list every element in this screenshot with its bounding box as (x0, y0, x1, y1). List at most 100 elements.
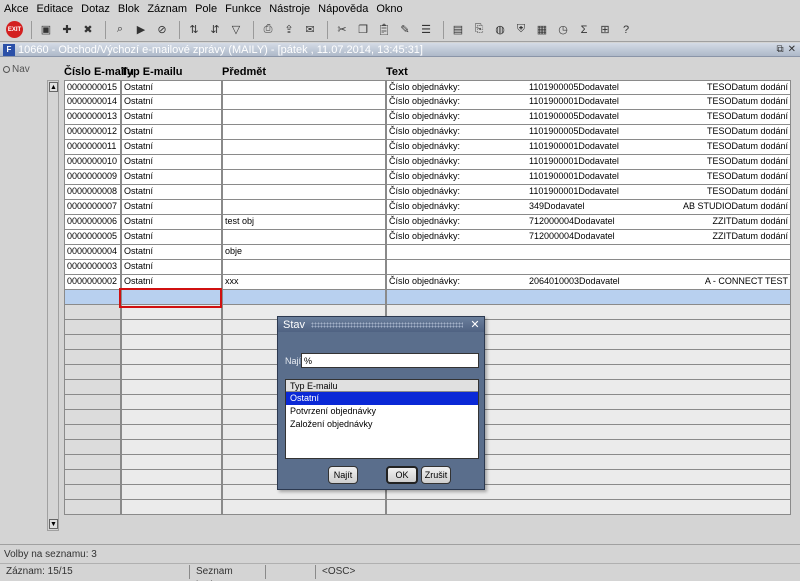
print-icon[interactable]: ⎙ (259, 21, 277, 39)
subject-cell[interactable] (222, 80, 386, 95)
email-number-cell[interactable]: 0000000011 (64, 140, 121, 155)
email-number-cell[interactable] (64, 290, 121, 305)
subject-cell[interactable] (222, 125, 386, 140)
menu-item[interactable]: Dotaz (81, 3, 110, 15)
email-type-cell[interactable]: Ostatní (121, 215, 222, 230)
subject-cell[interactable] (222, 185, 386, 200)
text-cell[interactable] (386, 260, 791, 275)
email-type-cell[interactable]: Ostatní (121, 170, 222, 185)
table-row[interactable]: 0000000012 Ostatní Číslo objednávky: 110190… (64, 125, 791, 140)
email-number-cell[interactable] (64, 380, 121, 395)
find-input[interactable] (301, 353, 479, 368)
table-row[interactable]: 0000000009 Ostatní Číslo objednávky: 110190… (64, 170, 791, 185)
subject-cell[interactable] (222, 260, 386, 275)
text-cell[interactable]: Číslo objednávky: 1101900005Dodavatel TESO… (386, 125, 791, 140)
email-number-cell[interactable]: 0000000015 (64, 80, 121, 95)
email-type-cell[interactable] (121, 410, 222, 425)
email-number-cell[interactable] (64, 350, 121, 365)
save-icon[interactable]: ▣ (37, 21, 55, 39)
email-number-cell[interactable] (64, 365, 121, 380)
email-number-cell[interactable]: 0000000006 (64, 215, 121, 230)
email-number-cell[interactable]: 0000000013 (64, 110, 121, 125)
delete-record-icon[interactable]: ✖ (79, 21, 97, 39)
email-type-cell[interactable]: Ostatní (121, 260, 222, 275)
email-number-cell[interactable]: 0000000010 (64, 155, 121, 170)
table-row[interactable]: 0000000008 Ostatní Číslo objednávky: 110190… (64, 185, 791, 200)
subject-cell[interactable] (222, 110, 386, 125)
filter-icon[interactable]: ▽ (227, 21, 245, 39)
query-icon[interactable]: ⌕ (111, 21, 129, 39)
grid-icon[interactable]: ⊞ (596, 21, 614, 39)
menu-item[interactable]: Editace (36, 3, 73, 15)
calculator-icon[interactable]: ▦ (533, 21, 551, 39)
edit-icon[interactable]: ✎ (396, 21, 414, 39)
cut-icon[interactable]: ✂ (333, 21, 351, 39)
email-type-cell[interactable] (121, 395, 222, 410)
email-type-cell[interactable] (121, 350, 222, 365)
email-number-cell[interactable] (64, 425, 121, 440)
subject-cell[interactable]: obje (222, 245, 386, 260)
email-number-cell[interactable] (64, 500, 121, 515)
email-number-cell[interactable] (64, 455, 121, 470)
subject-cell[interactable]: test obj (222, 215, 386, 230)
globe-icon[interactable]: ◍ (491, 21, 509, 39)
sum-icon[interactable]: Σ (575, 21, 593, 39)
text-cell[interactable]: Číslo objednávky: 349Dodavatel AB STUDIODa… (386, 200, 791, 215)
document-icon[interactable]: ▤ (449, 21, 467, 39)
menu-item[interactable]: Okno (376, 3, 402, 15)
text-cell[interactable]: Číslo objednávky: 712000004Dodavatel ZZITD… (386, 215, 791, 230)
table-row[interactable]: 0000000006 Ostatní test obj Číslo objednávk… (64, 215, 791, 230)
email-type-cell[interactable]: Ostatní (121, 125, 222, 140)
empty-row[interactable] (64, 500, 791, 515)
email-number-cell[interactable] (64, 335, 121, 350)
text-cell[interactable] (386, 500, 791, 515)
menu-item[interactable]: Blok (118, 3, 139, 15)
email-number-cell[interactable]: 0000000008 (64, 185, 121, 200)
table-row[interactable]: 0000000010 Ostatní Číslo objednávky: 110190… (64, 155, 791, 170)
email-type-cell[interactable] (121, 485, 222, 500)
subject-cell[interactable] (222, 500, 386, 515)
email-type-cell[interactable]: Ostatní (121, 140, 222, 155)
menu-item[interactable]: Pole (195, 3, 217, 15)
email-number-cell[interactable] (64, 320, 121, 335)
subject-cell[interactable] (222, 200, 386, 215)
email-number-cell[interactable] (64, 395, 121, 410)
email-type-cell[interactable] (121, 440, 222, 455)
subject-cell[interactable] (222, 170, 386, 185)
email-number-cell[interactable]: 0000000002 (64, 275, 121, 290)
insert-record-icon[interactable]: ✚ (58, 21, 76, 39)
email-number-cell[interactable] (64, 470, 121, 485)
email-number-cell[interactable] (64, 410, 121, 425)
email-type-cell[interactable]: Ostatní (121, 95, 222, 110)
menu-item[interactable]: Nápověda (318, 3, 368, 15)
email-number-cell[interactable]: 0000000005 (64, 230, 121, 245)
text-cell[interactable] (386, 290, 791, 305)
ok-button[interactable]: OK (386, 466, 418, 484)
sort-icon[interactable]: ⇅ (185, 21, 203, 39)
email-type-cell[interactable] (121, 455, 222, 470)
scroll-down-icon[interactable]: ▼ (49, 519, 58, 529)
cancel-button[interactable]: Zrušit (421, 466, 451, 484)
email-type-cell[interactable]: Ostatní (121, 230, 222, 245)
dialog-drag-handle[interactable] (311, 321, 463, 328)
email-number-cell[interactable]: 0000000004 (64, 245, 121, 260)
close-icon[interactable]: ✕ (788, 44, 796, 55)
restore-icon[interactable]: ⧉ (776, 44, 783, 55)
attachment-icon[interactable]: ⎘ (470, 21, 488, 39)
email-type-cell[interactable] (121, 470, 222, 485)
email-number-cell[interactable]: 0000000014 (64, 95, 121, 110)
email-type-cell[interactable] (121, 425, 222, 440)
subject-cell[interactable] (222, 155, 386, 170)
text-cell[interactable]: Číslo objednávky: 2064010003Dodavatel A - … (386, 275, 791, 290)
text-cell[interactable] (386, 245, 791, 260)
menu-item[interactable]: Funkce (225, 3, 261, 15)
email-type-cell[interactable] (121, 335, 222, 350)
email-type-cell[interactable] (121, 320, 222, 335)
text-cell[interactable]: Číslo objednávky: 1101900001Dodavatel TESO… (386, 95, 791, 110)
subject-cell[interactable] (222, 95, 386, 110)
listbox-option[interactable]: Ostatní (286, 392, 478, 405)
subject-cell[interactable] (222, 140, 386, 155)
subject-cell[interactable] (222, 290, 386, 305)
table-row[interactable]: 0000000005 Ostatní Číslo objednávky: 712000… (64, 230, 791, 245)
cancel-query-icon[interactable]: ⊘ (153, 21, 171, 39)
